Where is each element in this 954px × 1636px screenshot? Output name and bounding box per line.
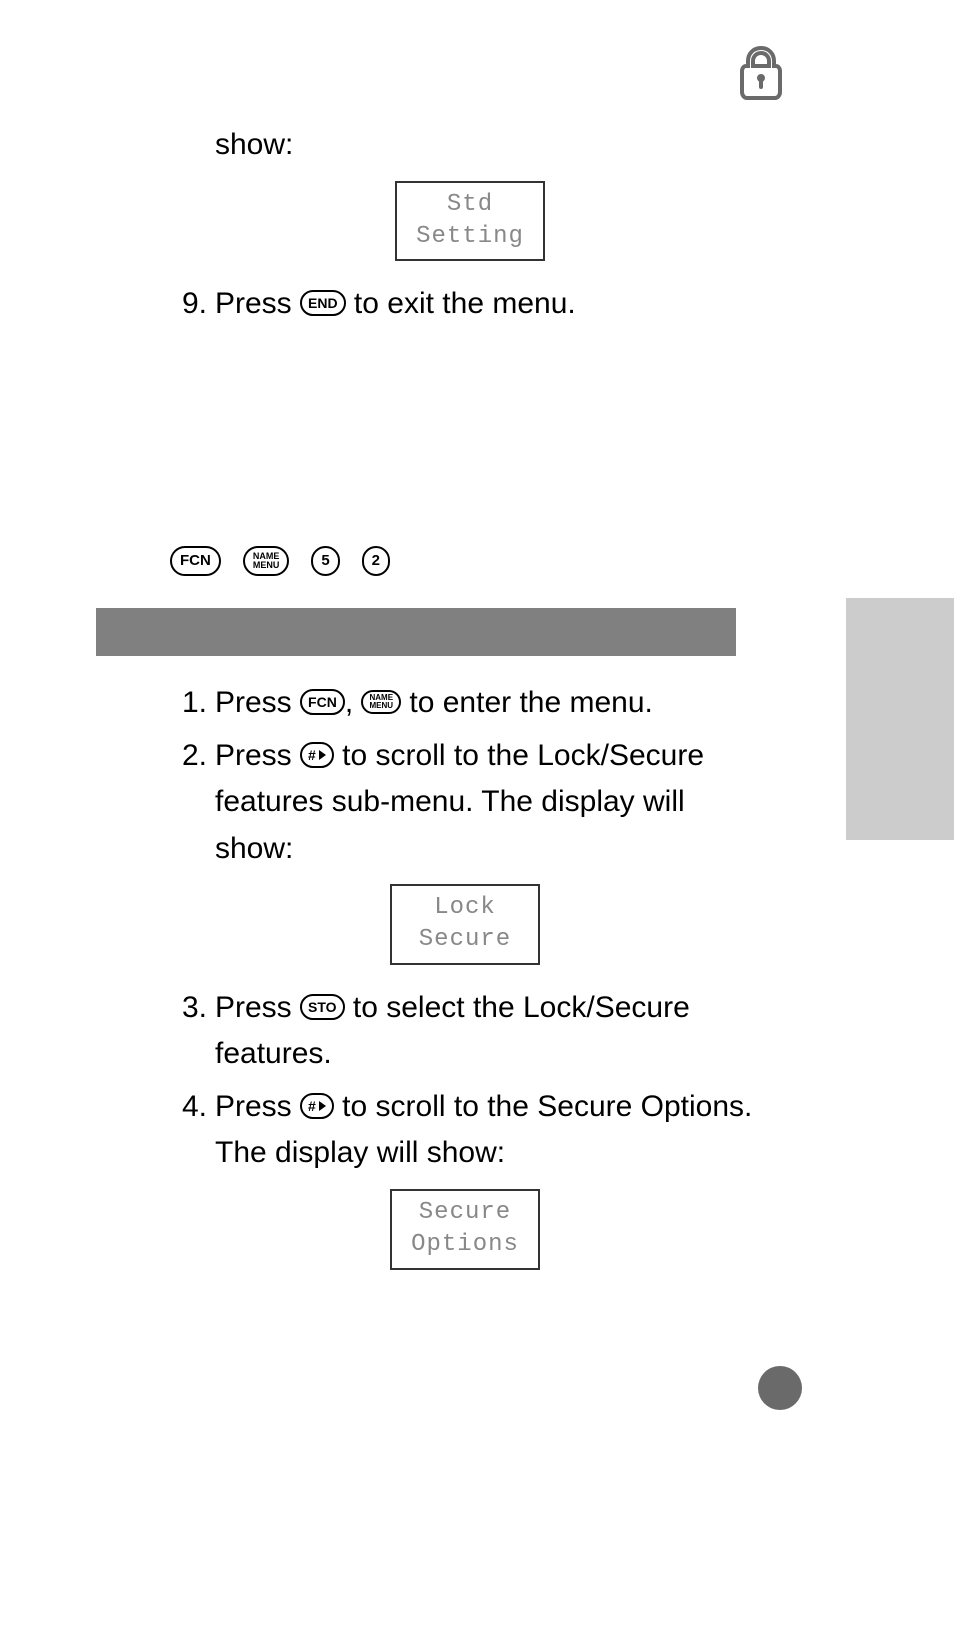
step-number: 9. bbox=[170, 281, 215, 328]
step-text: Press bbox=[215, 1090, 300, 1123]
step-number: 1. bbox=[170, 680, 215, 727]
name-menu-key-icon: NAMEMENU bbox=[361, 690, 401, 714]
lcd-display-secure-options: Secure Options bbox=[390, 1189, 540, 1270]
step-number: 2. bbox=[170, 733, 215, 780]
step-text: Press bbox=[215, 739, 300, 772]
lcd-line: Std bbox=[405, 189, 535, 221]
end-key-icon: END bbox=[300, 290, 346, 316]
step-4: 4. Press # to scroll to the Secure Optio… bbox=[170, 1084, 760, 1177]
step-text: to exit the menu. bbox=[346, 287, 576, 320]
intro-text: show: bbox=[170, 122, 770, 169]
step-text: , bbox=[345, 686, 362, 719]
lcd-line: Setting bbox=[405, 221, 535, 253]
five-key-icon: 5 bbox=[311, 546, 339, 576]
step-text: Press bbox=[215, 287, 300, 320]
page-indicator-dot bbox=[758, 1366, 802, 1410]
fcn-key-icon: FCN bbox=[300, 689, 345, 715]
name-menu-key-icon: NAME MENU bbox=[243, 546, 290, 576]
lcd-line: Lock bbox=[400, 892, 530, 924]
step-3: 3. Press STO to select the Lock/Secure f… bbox=[170, 985, 760, 1078]
lcd-line: Secure bbox=[400, 924, 530, 956]
step-9: 9. Press END to exit the menu. bbox=[170, 281, 770, 328]
lcd-line: Secure bbox=[400, 1197, 530, 1229]
fcn-key-icon: FCN bbox=[170, 546, 221, 576]
step-2: 2. Press # to scroll to the Lock/Secure … bbox=[170, 733, 760, 873]
step-text: Press bbox=[215, 991, 300, 1024]
lcd-display-std-setting: Std Setting bbox=[395, 181, 545, 262]
step-text: Press bbox=[215, 686, 300, 719]
lock-icon bbox=[738, 46, 784, 100]
hash-right-key-icon: # bbox=[300, 1093, 334, 1119]
step-1: 1. Press FCN, NAMEMENU to enter the menu… bbox=[170, 680, 760, 727]
step-text: to enter the menu. bbox=[401, 686, 653, 719]
lcd-line: Options bbox=[400, 1229, 530, 1261]
two-key-icon: 2 bbox=[362, 546, 390, 576]
shortcut-key-row: FCN NAME MENU 5 2 bbox=[170, 548, 770, 578]
lcd-display-lock-secure: Lock Secure bbox=[390, 884, 540, 965]
step-number: 3. bbox=[170, 985, 215, 1032]
hash-right-key-icon: # bbox=[300, 742, 334, 768]
sto-key-icon: STO bbox=[300, 994, 345, 1020]
side-tab bbox=[846, 598, 954, 840]
intro-word: show: bbox=[215, 122, 770, 169]
step-number: 4. bbox=[170, 1084, 215, 1131]
